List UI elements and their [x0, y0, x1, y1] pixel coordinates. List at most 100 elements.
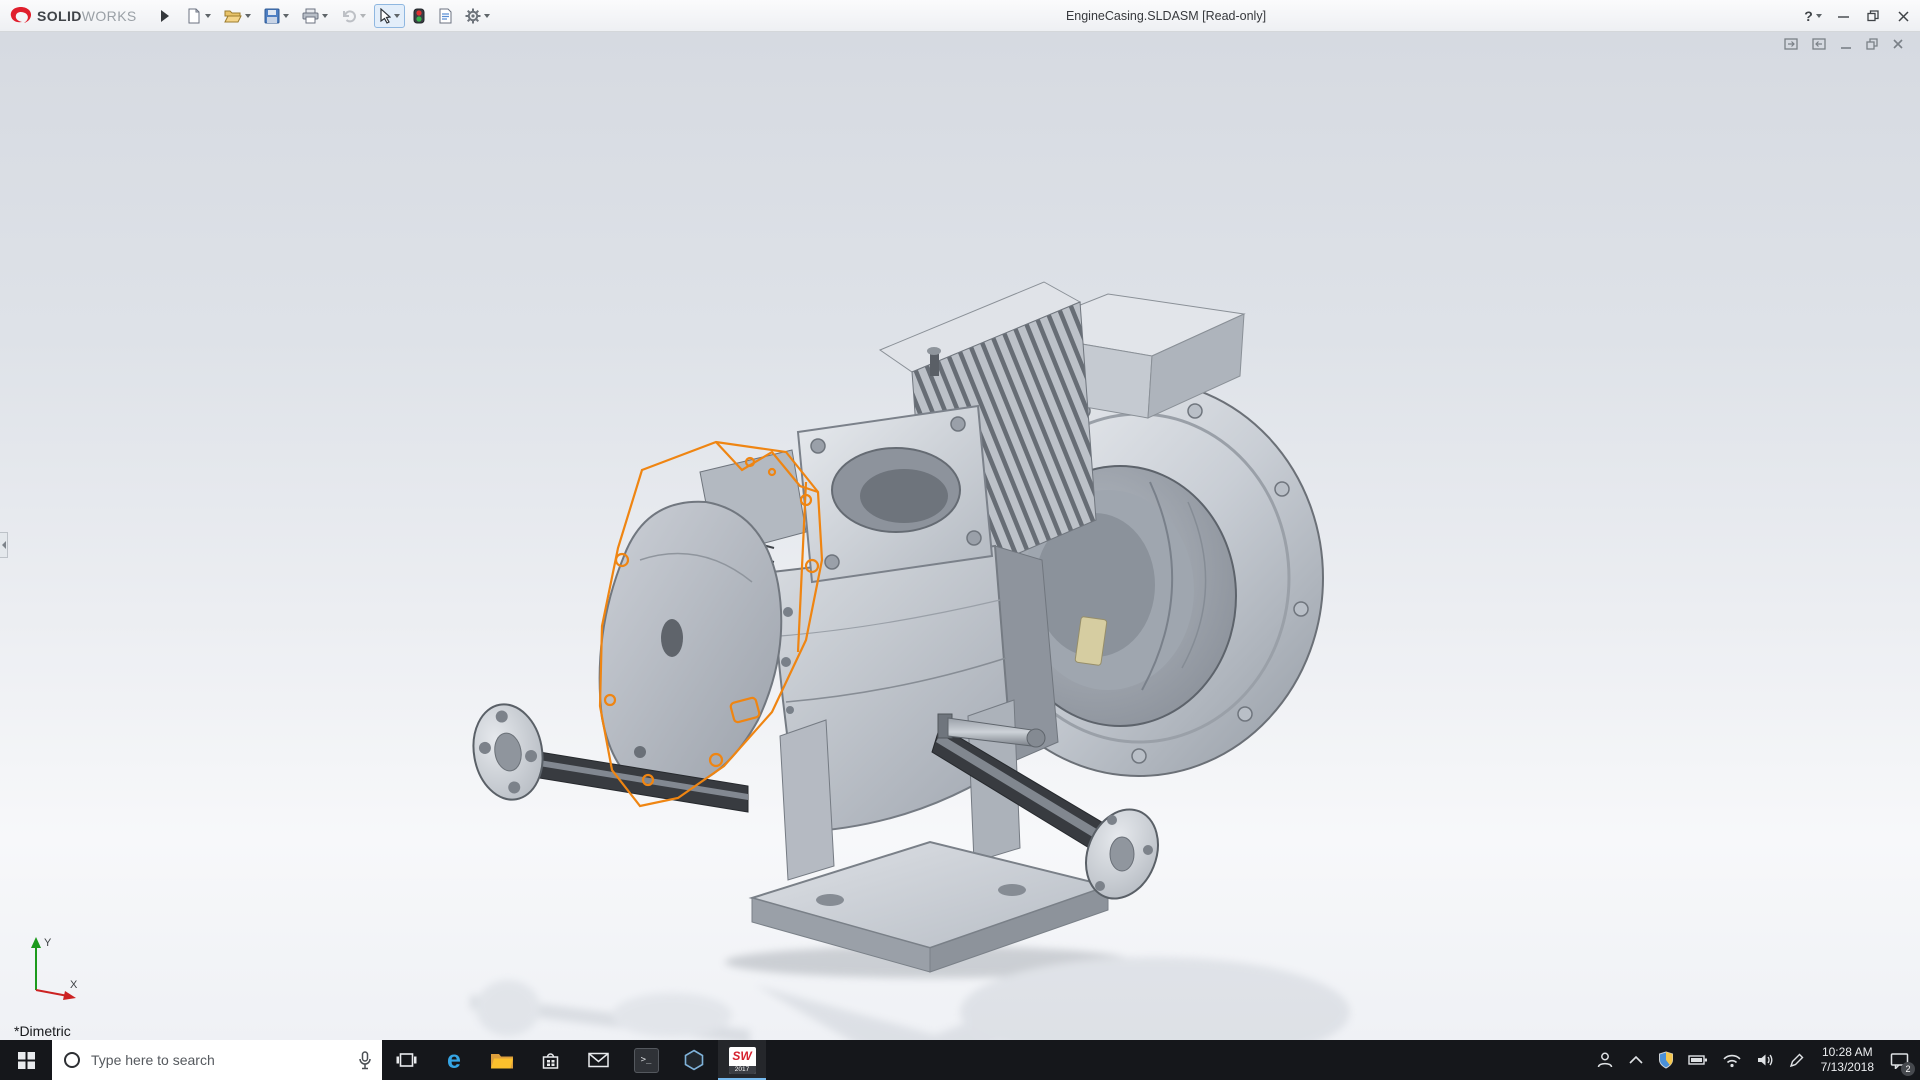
mail-icon	[588, 1052, 609, 1068]
pen-button[interactable]	[1781, 1040, 1812, 1080]
wifi-icon	[1722, 1052, 1742, 1068]
undo-button[interactable]	[336, 4, 371, 28]
timing-cover	[600, 450, 806, 792]
engine-casing-model	[0, 32, 1920, 1040]
pen-icon	[1788, 1052, 1805, 1069]
edge-icon: e	[447, 1048, 461, 1073]
options-gear-icon	[465, 8, 481, 24]
solidworks-swirl-icon	[8, 5, 34, 27]
dropdown-caret-icon[interactable]	[283, 14, 289, 18]
system-tray: 10:28 AM 7/13/2018 2	[1589, 1040, 1920, 1080]
action-center-button[interactable]: 2	[1883, 1040, 1916, 1080]
clock-time: 10:28 AM	[1821, 1045, 1874, 1060]
start-button[interactable]	[0, 1040, 52, 1080]
brand-solid: SOLID	[37, 8, 82, 24]
hexagon-app-icon	[683, 1049, 705, 1071]
chevron-up-icon	[1628, 1054, 1644, 1066]
dropdown-caret-icon[interactable]	[322, 14, 328, 18]
dropdown-caret-icon[interactable]	[484, 14, 490, 18]
speaker-icon	[1756, 1052, 1774, 1068]
doc-restore-button[interactable]	[1866, 38, 1878, 50]
store-icon	[541, 1051, 560, 1070]
new-document-icon	[186, 8, 202, 24]
battery-button[interactable]	[1681, 1040, 1715, 1080]
solidworks-logo: SOLIDWORKS	[0, 5, 143, 27]
notification-badge: 2	[1901, 1062, 1915, 1076]
save-button[interactable]	[259, 4, 294, 28]
help-button[interactable]: ?	[1798, 1, 1828, 31]
dropdown-caret-icon[interactable]	[394, 14, 400, 18]
dropdown-caret-icon[interactable]	[205, 14, 211, 18]
solidworks-app-icon: SW 2017	[729, 1047, 756, 1074]
doc-close-button[interactable]	[1892, 38, 1904, 50]
brand-works: WORKS	[82, 8, 137, 24]
menu-flyout-arrow[interactable]	[161, 10, 169, 22]
windows-taskbar: e >_ SW 2017	[0, 1040, 1920, 1080]
document-window-controls	[1784, 38, 1904, 50]
select-cursor-icon	[379, 8, 391, 24]
collapse-arrow-icon	[2, 541, 6, 549]
minimize-icon	[1838, 11, 1849, 22]
view-orientation-label: *Dimetric	[14, 1023, 71, 1039]
new-document-button[interactable]	[181, 4, 216, 28]
page: SOLIDWORKS	[0, 0, 1920, 1080]
new-window-icon	[1784, 38, 1798, 50]
cascade-window-button[interactable]	[1812, 38, 1826, 50]
maximize-button[interactable]	[1858, 1, 1888, 31]
intake-flange	[798, 406, 992, 582]
new-window-button[interactable]	[1784, 38, 1798, 50]
taskbar-item-file-explorer[interactable]	[478, 1040, 526, 1080]
orientation-triad: Y X	[20, 932, 92, 1004]
defender-button[interactable]	[1651, 1040, 1681, 1080]
cortana-icon	[62, 1050, 82, 1070]
taskbar-item-store[interactable]	[526, 1040, 574, 1080]
solidworks-year: 2017	[729, 1066, 756, 1074]
doc-restore-icon	[1866, 38, 1878, 50]
network-button[interactable]	[1715, 1040, 1749, 1080]
rebuild-traffic-light-icon	[413, 8, 425, 24]
search-input[interactable]	[91, 1052, 349, 1068]
doc-minimize-icon	[1840, 38, 1852, 50]
task-view-button[interactable]	[382, 1040, 430, 1080]
solidworks-letters: SW	[729, 1047, 756, 1066]
graphics-area[interactable]: Y X *Dimetric	[0, 32, 1920, 1040]
dropdown-caret-icon[interactable]	[360, 14, 366, 18]
quick-access-toolbar	[181, 4, 495, 28]
close-icon	[1898, 11, 1909, 22]
feature-manager-collapse-handle[interactable]	[0, 532, 8, 558]
taskbar-clock[interactable]: 10:28 AM 7/13/2018	[1812, 1045, 1883, 1075]
taskbar-search-box[interactable]	[52, 1040, 382, 1080]
doc-close-icon	[1892, 38, 1904, 50]
defender-shield-icon	[1658, 1051, 1674, 1069]
minimize-button[interactable]	[1828, 1, 1858, 31]
taskbar-item-hexagon-app[interactable]	[670, 1040, 718, 1080]
print-button[interactable]	[297, 4, 333, 28]
hidden-icons-button[interactable]	[1621, 1040, 1651, 1080]
microphone-icon[interactable]	[358, 1051, 372, 1070]
people-button[interactable]	[1589, 1040, 1621, 1080]
taskbar-item-command-prompt[interactable]: >_	[622, 1040, 670, 1080]
save-icon	[264, 8, 280, 24]
rebuild-button[interactable]	[408, 4, 430, 28]
dropdown-caret-icon[interactable]	[245, 14, 251, 18]
options-button[interactable]	[460, 4, 495, 28]
undo-icon	[341, 8, 357, 23]
taskbar-item-edge[interactable]: e	[430, 1040, 478, 1080]
task-view-icon	[396, 1051, 417, 1069]
doc-minimize-button[interactable]	[1840, 38, 1852, 50]
taskbar-app-icons: e >_ SW 2017	[382, 1040, 766, 1080]
close-button[interactable]	[1888, 1, 1918, 31]
open-document-button[interactable]	[219, 4, 256, 28]
dropdown-caret-icon[interactable]	[1816, 14, 1822, 18]
taskbar-item-solidworks[interactable]: SW 2017	[718, 1040, 766, 1080]
print-icon	[302, 8, 319, 24]
people-icon	[1596, 1051, 1614, 1069]
volume-button[interactable]	[1749, 1040, 1781, 1080]
file-properties-button[interactable]	[433, 4, 457, 28]
open-document-icon	[224, 8, 242, 24]
title-bar: SOLIDWORKS	[0, 0, 1920, 32]
taskbar-item-mail[interactable]	[574, 1040, 622, 1080]
battery-icon	[1688, 1052, 1708, 1068]
select-button[interactable]	[374, 4, 405, 28]
brand-text: SOLIDWORKS	[37, 8, 137, 24]
